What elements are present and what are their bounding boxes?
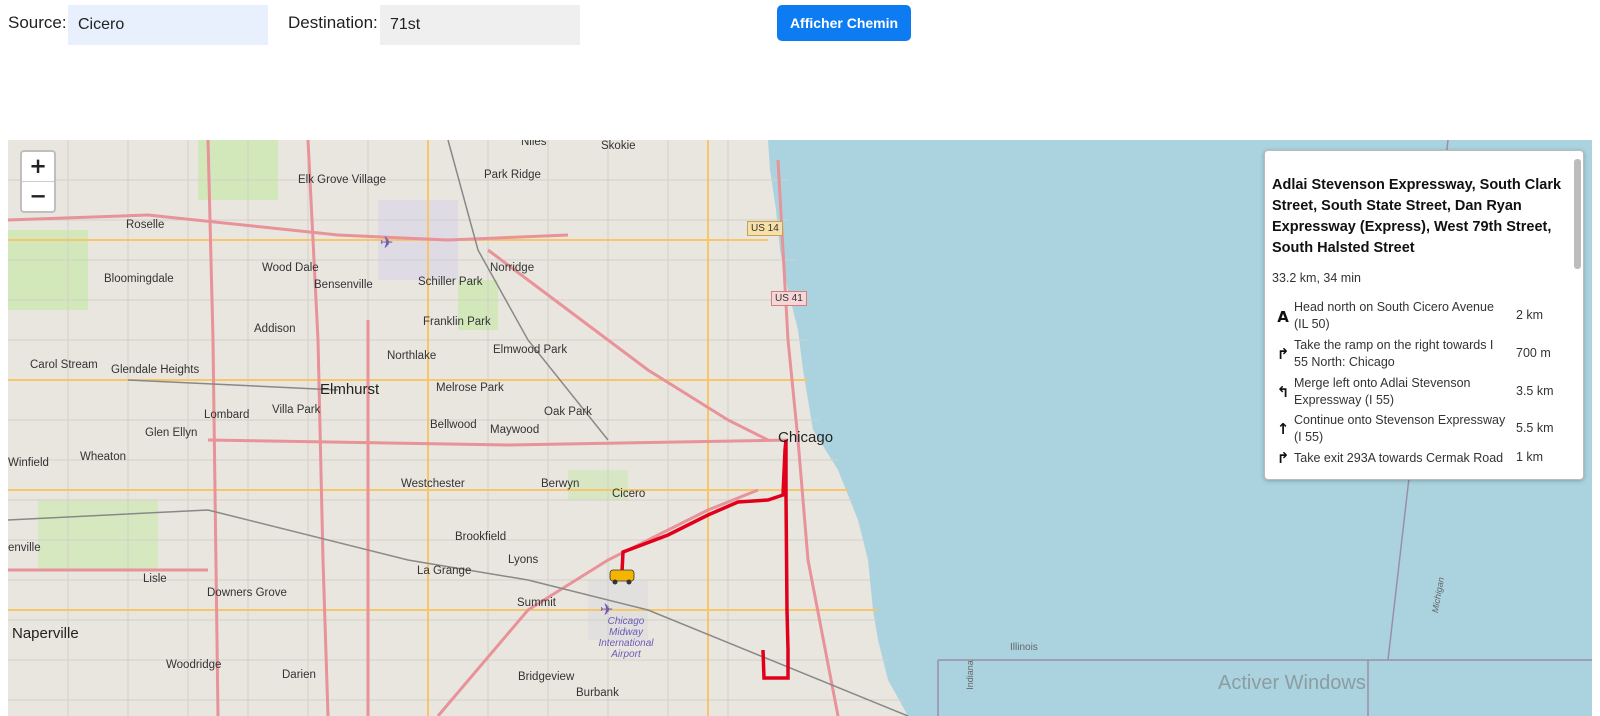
place-niles: Niles xyxy=(521,140,547,148)
straight-icon: ↑ xyxy=(1276,420,1290,438)
turn-right-icon: ↱ xyxy=(1276,345,1290,363)
place-bloomingdale: Bloomingdale xyxy=(104,273,174,285)
place-maywood: Maywood xyxy=(490,424,540,436)
place-norridge: Norridge xyxy=(490,262,535,274)
place-schiller-park: Schiller Park xyxy=(418,276,483,288)
place-glen-ellyn: Glen Ellyn xyxy=(145,427,198,439)
place-elmwood-park: Elmwood Park xyxy=(493,344,568,356)
place-elmhurst: Elmhurst xyxy=(320,381,380,398)
place-illinois: Illinois xyxy=(1010,642,1038,653)
windows-activation-watermark: Activer Windows xyxy=(1218,672,1366,694)
turn-right-icon: ↱ xyxy=(1276,449,1290,467)
place-downers-grove: Downers Grove xyxy=(207,587,287,599)
place-addison: Addison xyxy=(254,323,296,335)
place-park-ridge: Park Ridge xyxy=(484,169,541,181)
source-input[interactable] xyxy=(68,5,268,45)
svg-text:✈: ✈ xyxy=(380,233,393,252)
instruction-distance: 700 m xyxy=(1516,346,1551,360)
shield-us41: US 41 xyxy=(771,291,807,306)
route-form: Source: Destination: Afficher Chemin xyxy=(0,0,1600,60)
place-villa-park: Villa Park xyxy=(272,404,321,416)
instruction-distance: 3.5 km xyxy=(1516,384,1554,398)
place-glendale-heights: Glendale Heights xyxy=(111,364,200,376)
route-instructions-panel[interactable]: Adlai Stevenson Expressway, South Clark … xyxy=(1264,150,1584,480)
destination-label: Destination: xyxy=(288,13,378,32)
place-franklin-park: Franklin Park xyxy=(423,316,491,328)
place-cicero: Cicero xyxy=(612,488,646,500)
place-summit: Summit xyxy=(517,597,556,609)
place-carol-stream: Carol Stream xyxy=(30,359,98,371)
place-roselle: Roselle xyxy=(126,219,165,231)
place-elk-grove: Elk Grove Village xyxy=(298,174,386,186)
zoom-control: + − xyxy=(20,150,56,213)
instruction-row[interactable]: ↱ Take the ramp on the right towards I 5… xyxy=(1265,337,1577,371)
place-melrose-park: Melrose Park xyxy=(436,382,504,394)
place-berwyn: Berwyn xyxy=(541,478,580,490)
shield-us14: US 14 xyxy=(747,221,783,236)
turn-left-icon: ↰ xyxy=(1276,383,1290,401)
place-la-grange: La Grange xyxy=(417,565,472,577)
place-burbank: Burbank xyxy=(576,687,619,699)
place-bensenville: Bensenville xyxy=(314,279,373,291)
place-winfield: Winfield xyxy=(8,457,49,469)
place-lyons: Lyons xyxy=(508,554,539,566)
zoom-in-button[interactable]: + xyxy=(22,152,54,181)
instruction-text: Head north on South Cicero Avenue (IL 50… xyxy=(1294,300,1494,331)
place-enville: enville xyxy=(8,542,41,554)
instruction-distance: 1 km xyxy=(1516,450,1544,464)
place-indiana: Indiana xyxy=(964,660,975,690)
place-bridgeview: Bridgeview xyxy=(518,671,575,683)
route-title: Adlai Stevenson Expressway, South Clark … xyxy=(1272,177,1562,256)
place-chicago: Chicago xyxy=(778,429,834,446)
map[interactable]: ✈ ✈ Niles Skokie Elk Grove Village Park … xyxy=(8,140,1592,716)
instruction-text: Take the ramp on the right towards I 55 … xyxy=(1294,338,1494,369)
show-route-button[interactable]: Afficher Chemin xyxy=(777,5,911,41)
instruction-text: Merge left onto Adlai Stevenson Expressw… xyxy=(1294,376,1471,407)
depart-icon: A xyxy=(1277,308,1289,326)
place-lombard: Lombard xyxy=(204,409,250,421)
destination-input[interactable] xyxy=(380,5,580,45)
place-woodridge: Woodridge xyxy=(166,659,222,671)
instruction-distance: 5.5 km xyxy=(1516,421,1554,435)
zoom-out-button[interactable]: − xyxy=(22,181,54,211)
place-westchester: Westchester xyxy=(401,478,465,490)
instruction-row[interactable]: A Head north on South Cicero Avenue (IL … xyxy=(1265,299,1577,333)
instruction-text: Continue onto Stevenson Expressway (I 55… xyxy=(1294,413,1506,444)
route-summary: 33.2 km, 34 min xyxy=(1272,271,1361,285)
place-darien: Darien xyxy=(282,669,316,681)
place-oak-park: Oak Park xyxy=(544,406,592,418)
place-wood-dale: Wood Dale xyxy=(262,262,319,274)
place-wheaton: Wheaton xyxy=(80,451,127,463)
instruction-text: Take exit 293A towards Cermak Road xyxy=(1294,451,1504,465)
instruction-row[interactable]: ↱ Take exit 293A towards Cermak Road 1 k… xyxy=(1265,449,1577,470)
instruction-row[interactable]: ↑ Continue onto Stevenson Expressway (I … xyxy=(1265,412,1577,446)
place-brookfield: Brookfield xyxy=(455,531,507,543)
place-skokie: Skokie xyxy=(601,140,636,152)
panel-scrollbar[interactable] xyxy=(1574,159,1581,269)
place-midway-airport: Chicago Midway International Airport xyxy=(598,616,654,660)
place-lisle: Lisle xyxy=(143,573,167,585)
place-bellwood: Bellwood xyxy=(430,419,477,431)
instruction-distance: 2 km xyxy=(1516,308,1544,322)
place-northlake: Northlake xyxy=(387,350,437,362)
instruction-row[interactable]: ↰ Merge left onto Adlai Stevenson Expres… xyxy=(1265,375,1577,409)
source-label: Source: xyxy=(8,13,67,32)
place-naperville: Naperville xyxy=(12,625,79,642)
